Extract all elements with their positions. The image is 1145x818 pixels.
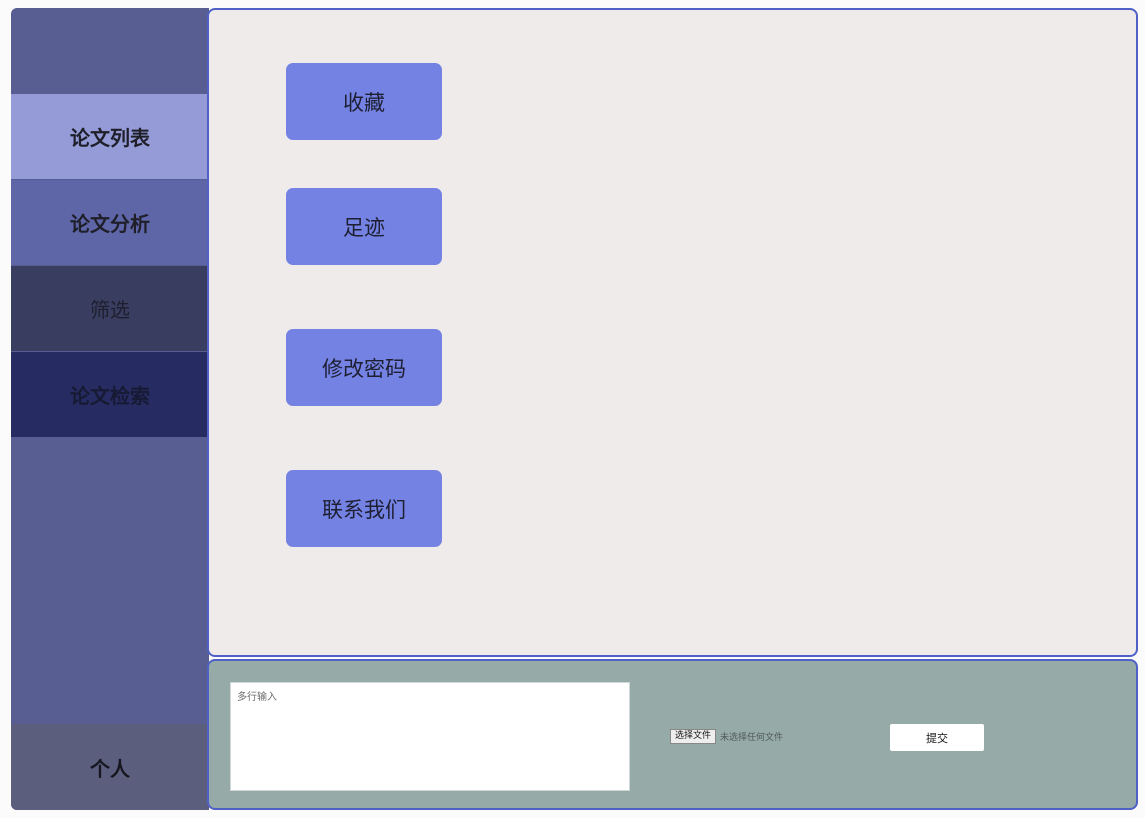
change-password-button-label: 修改密码 [322,356,406,381]
multiline-input[interactable] [230,682,630,791]
submit-button[interactable]: 提交 [890,724,984,751]
sidebar-item-paper-search[interactable]: 论文检索 [11,352,209,437]
sidebar-item-label: 论文列表 [70,126,150,150]
sidebar-item-paper-list[interactable]: 论文列表 [11,94,209,179]
sidebar-item-paper-analysis[interactable]: 论文分析 [11,180,209,265]
sidebar-item-label: 筛选 [90,298,130,322]
contact-us-button[interactable]: 联系我们 [286,470,442,547]
sidebar-item-personal[interactable]: 个人 [11,724,209,810]
main-panel: 收藏 足迹 修改密码 联系我们 [207,8,1138,657]
submit-button-label: 提交 [926,731,948,745]
sidebar-item-label: 个人 [90,756,130,781]
change-password-button[interactable]: 修改密码 [286,329,442,406]
favorites-button-label: 收藏 [343,90,385,115]
favorites-button[interactable]: 收藏 [286,63,442,140]
app-window: 论文列表 论文分析 筛选 论文检索 个人 收藏 足迹 修改密码 联系我们 多行输… [0,0,1145,818]
history-button[interactable]: 足迹 [286,188,442,265]
contact-us-button-label: 联系我们 [322,497,406,522]
choose-file-button[interactable]: 选择文件 [670,729,717,744]
file-picker: 选择文件 未选择任何文件 [670,729,783,744]
upload-panel: 选择文件 未选择任何文件 提交 [207,659,1138,810]
sidebar-item-filter[interactable]: 筛选 [11,266,209,351]
history-button-label: 足迹 [343,215,385,240]
sidebar-item-label: 论文检索 [70,384,150,408]
sidebar-item-label: 论文分析 [70,212,150,236]
file-status-text: 未选择任何文件 [720,733,784,743]
sidebar: 论文列表 论文分析 筛选 论文检索 个人 [11,8,209,810]
